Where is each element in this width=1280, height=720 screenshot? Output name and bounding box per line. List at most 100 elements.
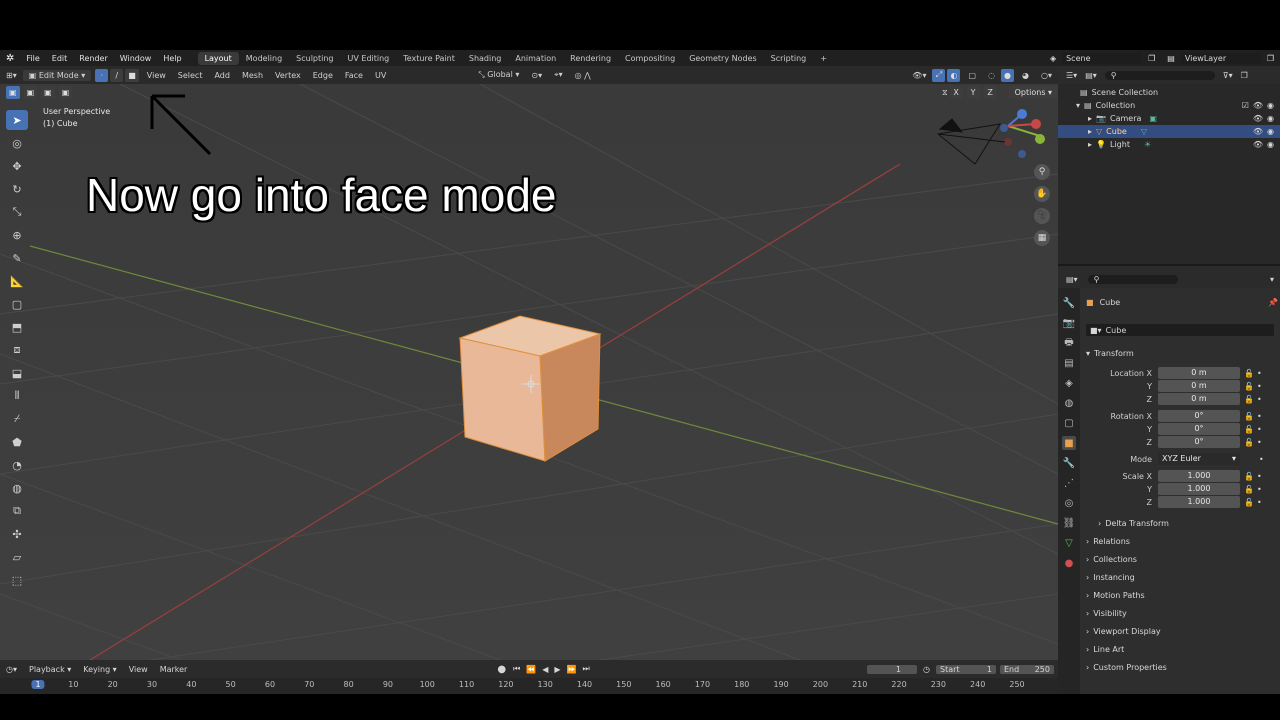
filter-icon[interactable]: ⊽▾ <box>1223 71 1233 80</box>
scale-y-field[interactable]: 1.000 <box>1158 483 1240 495</box>
blender-logo-icon[interactable]: ✲ <box>0 53 20 64</box>
physics-tab-icon[interactable]: ◎ <box>1062 496 1076 510</box>
shear-tool-icon[interactable]: ▱ <box>6 547 28 567</box>
scale-tool-icon[interactable]: ⤡ <box>6 202 28 222</box>
outliner-item-cube[interactable]: ▸ ▽ Cube ▽ 👁 ◉ <box>1058 125 1280 138</box>
jump-end-icon[interactable]: ⏭ <box>580 664 593 674</box>
data-tab-icon[interactable]: ▽ <box>1062 536 1076 550</box>
camera-view-icon[interactable]: 🎥 <box>1034 208 1050 224</box>
tab-modeling[interactable]: Modeling <box>239 52 289 65</box>
keyframe-dot-icon[interactable]: • <box>1257 382 1262 391</box>
modifier-tab-icon[interactable]: 🔧 <box>1062 456 1076 470</box>
tab-scripting[interactable]: Scripting <box>764 52 814 65</box>
keyframe-dot-icon[interactable]: • <box>1259 455 1264 464</box>
view-layer-tab-icon[interactable]: ▤ <box>1062 356 1076 370</box>
location-z-field[interactable]: 0 m <box>1158 393 1240 405</box>
lock-icon[interactable]: 🔓 <box>1244 425 1254 434</box>
menu-face[interactable]: Face <box>339 71 369 80</box>
keyframe-dot-icon[interactable]: • <box>1257 472 1262 481</box>
world-tab-icon[interactable]: ◍ <box>1062 396 1076 410</box>
menu-keying[interactable]: Keying ▾ <box>77 665 122 674</box>
menu-marker[interactable]: Marker <box>154 665 194 674</box>
visibility-icon[interactable]: 👁▾ <box>906 71 932 80</box>
rip-tool-icon[interactable]: ⬚ <box>6 570 28 590</box>
camera-render-icon[interactable]: ◉ <box>1267 114 1274 123</box>
measure-tool-icon[interactable]: 📐 <box>6 271 28 291</box>
jump-keyframe-forward-icon[interactable]: ⏩ <box>564 665 580 674</box>
transform-panel-header[interactable]: ▾ Transform <box>1086 346 1134 360</box>
menu-timeline-view[interactable]: View <box>123 665 154 674</box>
camera-render-icon[interactable]: ◉ <box>1267 101 1274 110</box>
orientation-selector[interactable]: ⤡ Global ▾ <box>472 70 525 80</box>
tool-tab-icon[interactable]: 🔧 <box>1062 296 1076 310</box>
outliner-search-icon[interactable]: ⚲ <box>1104 70 1215 80</box>
shrink-fatten-tool-icon[interactable]: ✣ <box>6 524 28 544</box>
menu-render[interactable]: Render <box>73 54 113 63</box>
lock-icon[interactable]: 🔓 <box>1244 382 1254 391</box>
output-tab-icon[interactable]: 🖶 <box>1062 336 1076 350</box>
mode-selector[interactable]: ▣ Edit Mode ▾ <box>22 69 92 81</box>
particles-tab-icon[interactable]: ⋰ <box>1062 476 1076 490</box>
menu-uv[interactable]: UV <box>369 71 392 80</box>
pivot-icon[interactable]: ⊙▾ <box>525 71 548 80</box>
eye-icon[interactable]: 👁 <box>1253 101 1263 110</box>
menu-add[interactable]: Add <box>208 71 236 80</box>
play-icon[interactable]: ▶ <box>551 665 563 674</box>
rotation-x-field[interactable]: 0° <box>1158 410 1240 422</box>
select-extend-icon[interactable]: ▣ <box>23 86 38 99</box>
outliner-collection[interactable]: ▾ ▤ Collection ☑ 👁 ◉ <box>1058 99 1280 112</box>
snap-icon[interactable]: ⌖▾ <box>548 70 569 80</box>
timeline-editor-icon[interactable]: ◷▾ <box>0 665 23 674</box>
ortho-grid-icon[interactable]: ▦ <box>1034 230 1050 246</box>
menu-edit[interactable]: Edit <box>46 54 74 63</box>
outliner-item-light[interactable]: ▸ 💡 Light ☀ 👁 ◉ <box>1058 138 1280 151</box>
current-frame-field[interactable]: 1 <box>867 664 918 674</box>
zoom-icon[interactable]: ⚲ <box>1034 164 1050 180</box>
proportional-edit-icon[interactable]: ◎ ⋀ <box>569 71 597 80</box>
eye-icon[interactable]: 👁 <box>1253 127 1263 136</box>
record-keyframe-icon[interactable]: ● <box>493 664 510 675</box>
extrude-tool-icon[interactable]: ⬒ <box>6 317 28 337</box>
custom-properties-panel[interactable]: › Custom Properties <box>1086 660 1167 674</box>
inset-tool-icon[interactable]: ⧈ <box>6 340 28 360</box>
render-tab-icon[interactable]: 📷 <box>1062 316 1076 330</box>
xray-toggle-icon[interactable]: ▢ <box>962 71 982 80</box>
material-tab-icon[interactable]: ● <box>1062 556 1076 570</box>
bevel-tool-icon[interactable]: ⬓ <box>6 363 28 383</box>
tab-layout[interactable]: Layout <box>197 51 239 65</box>
properties-options-icon[interactable]: ▾ <box>1270 275 1274 284</box>
constraints-tab-icon[interactable]: ⛓ <box>1062 516 1076 530</box>
start-frame-field[interactable]: Start 1 <box>936 664 996 674</box>
tab-uv-editing[interactable]: UV Editing <box>341 52 397 65</box>
rotate-tool-icon[interactable]: ↻ <box>6 179 28 199</box>
motion-paths-panel[interactable]: › Motion Paths <box>1086 588 1145 602</box>
scene-selector[interactable]: Scene <box>1062 52 1143 64</box>
rotation-y-field[interactable]: 0° <box>1158 423 1240 435</box>
mirror-x-button[interactable]: X <box>949 86 963 99</box>
tab-texture-paint[interactable]: Texture Paint <box>396 52 462 65</box>
select-box-tool-icon[interactable]: ➤ <box>6 110 28 130</box>
clock-icon[interactable]: ◷ <box>923 665 930 674</box>
gizmo-toggle-icon[interactable]: ⤢ <box>932 68 946 82</box>
menu-edge[interactable]: Edge <box>307 71 339 80</box>
tab-shading[interactable]: Shading <box>462 52 509 65</box>
location-y-field[interactable]: 0 m <box>1158 380 1240 392</box>
line-art-panel[interactable]: › Line Art <box>1086 642 1124 656</box>
shading-rendered-icon[interactable]: ○▾ <box>1035 71 1058 80</box>
options-dropdown[interactable]: Options ▾ <box>1008 86 1058 99</box>
tab-rendering[interactable]: Rendering <box>563 52 618 65</box>
new-collection-icon[interactable]: ❐ <box>1241 71 1248 80</box>
menu-window[interactable]: Window <box>114 54 158 63</box>
camera-render-icon[interactable]: ◉ <box>1267 127 1274 136</box>
face-select-mode-button[interactable]: ■ <box>125 68 139 82</box>
viewlayer-selector[interactable]: ViewLayer <box>1180 52 1261 64</box>
tab-sculpting[interactable]: Sculpting <box>289 52 340 65</box>
menu-select[interactable]: Select <box>172 71 209 80</box>
visibility-panel[interactable]: › Visibility <box>1086 606 1127 620</box>
add-cube-tool-icon[interactable]: ▢ <box>6 294 28 314</box>
spin-tool-icon[interactable]: ◔ <box>6 455 28 475</box>
play-reverse-icon[interactable]: ◀ <box>539 665 551 674</box>
scene-tab-icon[interactable]: ◈ <box>1062 376 1076 390</box>
mirror-y-button[interactable]: Y <box>966 86 980 99</box>
object-name-field[interactable]: ■▾ Cube <box>1086 324 1274 336</box>
